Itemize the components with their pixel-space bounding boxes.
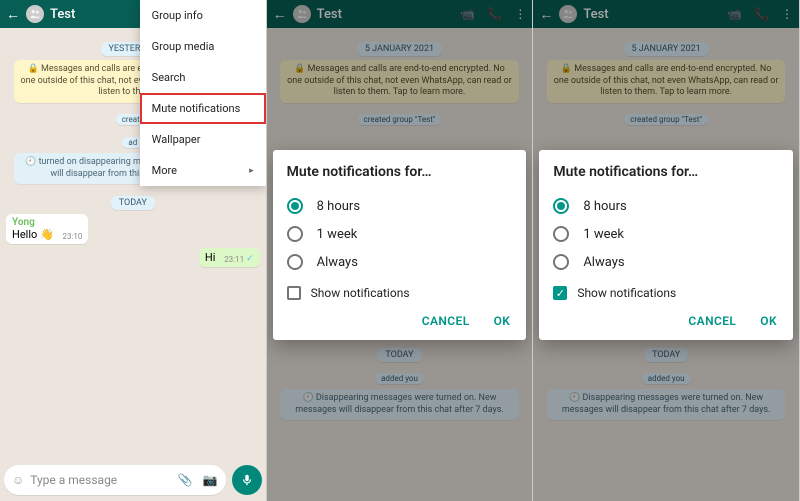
message-out[interactable]: Hi 23:11✓ — [6, 248, 260, 267]
show-notifications-checkbox[interactable]: ✓Show notifications — [553, 286, 779, 300]
cancel-button[interactable]: CANCEL — [420, 310, 472, 332]
option-8-hours[interactable]: 8 hours — [553, 192, 779, 220]
radio-icon — [287, 198, 303, 214]
emoji-icon[interactable]: ☺ — [12, 473, 24, 487]
compose-placeholder: Type a message — [30, 473, 117, 487]
overflow-menu: Group info Group media Search Mute notif… — [140, 0, 266, 186]
ok-button[interactable]: OK — [758, 310, 779, 332]
menu-group-info[interactable]: Group info — [140, 0, 266, 31]
menu-wallpaper[interactable]: Wallpaper — [140, 124, 266, 155]
mute-dialog: Mute notifications for… 8 hours 1 week A… — [273, 150, 527, 340]
sender-name: Yong — [12, 217, 82, 228]
read-tick-icon: ✓ — [244, 254, 254, 264]
chevron-right-icon: ▸ — [249, 166, 254, 176]
radio-icon — [553, 226, 569, 242]
option-1-week[interactable]: 1 week — [553, 220, 779, 248]
show-notifications-checkbox[interactable]: Show notifications — [287, 286, 513, 300]
cancel-button[interactable]: CANCEL — [686, 310, 738, 332]
checkbox-icon: ✓ — [553, 286, 567, 300]
message-ts: 23:11 — [218, 255, 244, 264]
menu-more[interactable]: More▸ — [140, 155, 266, 186]
menu-search[interactable]: Search — [140, 62, 266, 93]
attach-icon[interactable]: 📎 — [178, 473, 193, 487]
radio-icon — [553, 198, 569, 214]
dialog-title: Mute notifications for… — [553, 164, 779, 180]
menu-group-media[interactable]: Group media — [140, 31, 266, 62]
panel-menu: ← Test YESTERDAY 🔒 Messages and calls ar… — [0, 0, 267, 501]
ok-button[interactable]: OK — [492, 310, 513, 332]
mute-dialog: Mute notifications for… 8 hours 1 week A… — [539, 150, 793, 340]
message-text: Hi — [205, 251, 216, 264]
compose-input[interactable]: ☺ Type a message 📎 📷 — [4, 465, 226, 495]
date-pill: TODAY — [111, 196, 155, 210]
option-8-hours[interactable]: 8 hours — [287, 192, 513, 220]
back-icon[interactable]: ← — [6, 6, 20, 23]
radio-icon — [287, 254, 303, 270]
message-ts: 23:10 — [56, 232, 82, 241]
radio-icon — [287, 226, 303, 242]
composer: ☺ Type a message 📎 📷 — [4, 465, 262, 495]
option-1-week[interactable]: 1 week — [287, 220, 513, 248]
message-text: Hello 👋 — [12, 228, 54, 241]
panel-dialog-checked: ← Test 📹 📞 ⋮ 5 JANUARY 2021 🔒 Messages a… — [533, 0, 800, 501]
dialog-title: Mute notifications for… — [287, 164, 513, 180]
group-avatar[interactable] — [26, 5, 44, 23]
menu-mute-notifications[interactable]: Mute notifications — [140, 93, 266, 124]
mic-button[interactable] — [232, 465, 262, 495]
radio-icon — [553, 254, 569, 270]
option-always[interactable]: Always — [287, 248, 513, 276]
checkbox-icon — [287, 286, 301, 300]
camera-icon[interactable]: 📷 — [203, 473, 218, 487]
panel-dialog-unchecked: ← Test 📹 📞 ⋮ 5 JANUARY 2021 🔒 Messages a… — [267, 0, 534, 501]
message-in[interactable]: Yong Hello 👋 23:10 — [6, 214, 260, 244]
option-always[interactable]: Always — [553, 248, 779, 276]
